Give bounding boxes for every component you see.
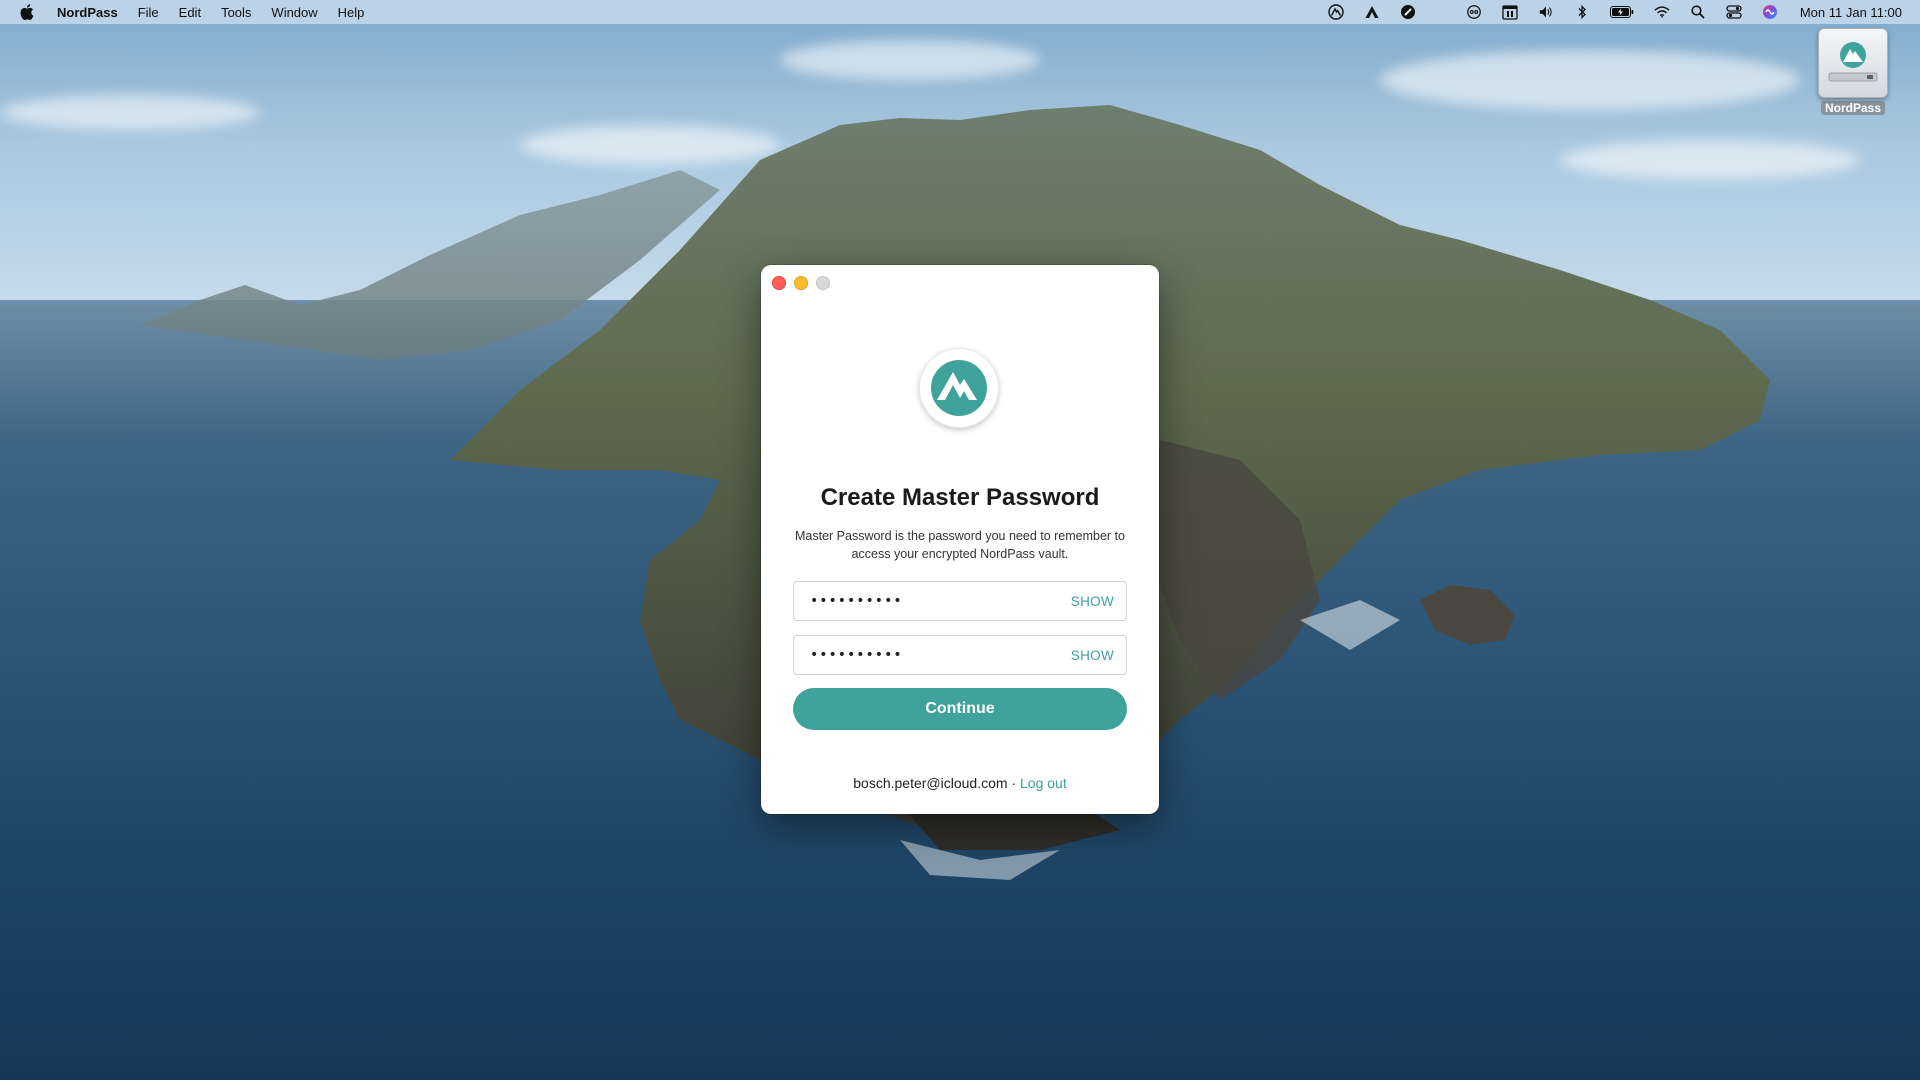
apple-menu-icon[interactable] bbox=[20, 4, 40, 20]
page-title: Create Master Password bbox=[820, 484, 1100, 511]
menu-window[interactable]: Window bbox=[271, 5, 317, 20]
disk-label: NordPass bbox=[1820, 101, 1886, 115]
page-description: Master Password is the password you need… bbox=[794, 529, 1125, 561]
account-email: bosch.peter@icloud.com bbox=[853, 775, 1008, 791]
menu-bar: NordPass File Edit Tools Window Help Mon… bbox=[0, 0, 1920, 24]
confirm-password-input[interactable] bbox=[808, 646, 1071, 664]
confirm-password-field[interactable]: SHOW bbox=[793, 635, 1127, 675]
show-confirm-password-button[interactable]: SHOW bbox=[1071, 648, 1114, 663]
menu-app-name[interactable]: NordPass bbox=[57, 5, 118, 20]
volume-icon[interactable] bbox=[1538, 4, 1554, 20]
calendar-icon[interactable] bbox=[1502, 4, 1518, 20]
status-area: Mon 11 Jan 11:00 bbox=[1318, 0, 1920, 24]
accessibility-icon[interactable] bbox=[1466, 4, 1482, 20]
account-footer: bosch.peter@icloud.com · Log out bbox=[761, 775, 1159, 791]
desktop-disk-icon[interactable]: NordPass bbox=[1816, 28, 1890, 117]
separator-dot: · bbox=[1011, 775, 1017, 791]
continue-button[interactable]: Continue bbox=[793, 688, 1127, 730]
show-password-button[interactable]: SHOW bbox=[1071, 594, 1114, 609]
master-password-input[interactable] bbox=[808, 592, 1071, 610]
window-controls bbox=[772, 276, 838, 290]
nordpass-logo-icon bbox=[931, 360, 987, 416]
nordpass-logo bbox=[919, 348, 999, 428]
app-icon[interactable] bbox=[1400, 4, 1416, 20]
disk-image-icon bbox=[1818, 28, 1888, 98]
menubar-clock[interactable]: Mon 11 Jan 11:00 bbox=[1800, 5, 1902, 20]
menu-file[interactable]: File bbox=[138, 5, 159, 20]
bluetooth-icon[interactable] bbox=[1574, 4, 1590, 20]
nordpass-window: Create Master Password Master Password i… bbox=[761, 265, 1159, 814]
nordvpn-icon[interactable] bbox=[1328, 4, 1344, 20]
close-button[interactable] bbox=[772, 276, 786, 290]
master-password-field[interactable]: SHOW bbox=[793, 581, 1127, 621]
battery-icon[interactable] bbox=[1609, 4, 1634, 20]
wifi-icon[interactable] bbox=[1654, 4, 1670, 20]
menu-help[interactable]: Help bbox=[338, 5, 365, 20]
logout-link[interactable]: Log out bbox=[1020, 775, 1067, 791]
nordlayer-icon[interactable] bbox=[1364, 4, 1380, 20]
siri-icon[interactable] bbox=[1762, 4, 1778, 20]
menu-tools[interactable]: Tools bbox=[221, 5, 251, 20]
menu-edit[interactable]: Edit bbox=[179, 5, 201, 20]
spotlight-icon[interactable] bbox=[1690, 4, 1706, 20]
control-center-icon[interactable] bbox=[1726, 4, 1742, 20]
minimize-button[interactable] bbox=[794, 276, 808, 290]
zoom-button[interactable] bbox=[816, 276, 830, 290]
